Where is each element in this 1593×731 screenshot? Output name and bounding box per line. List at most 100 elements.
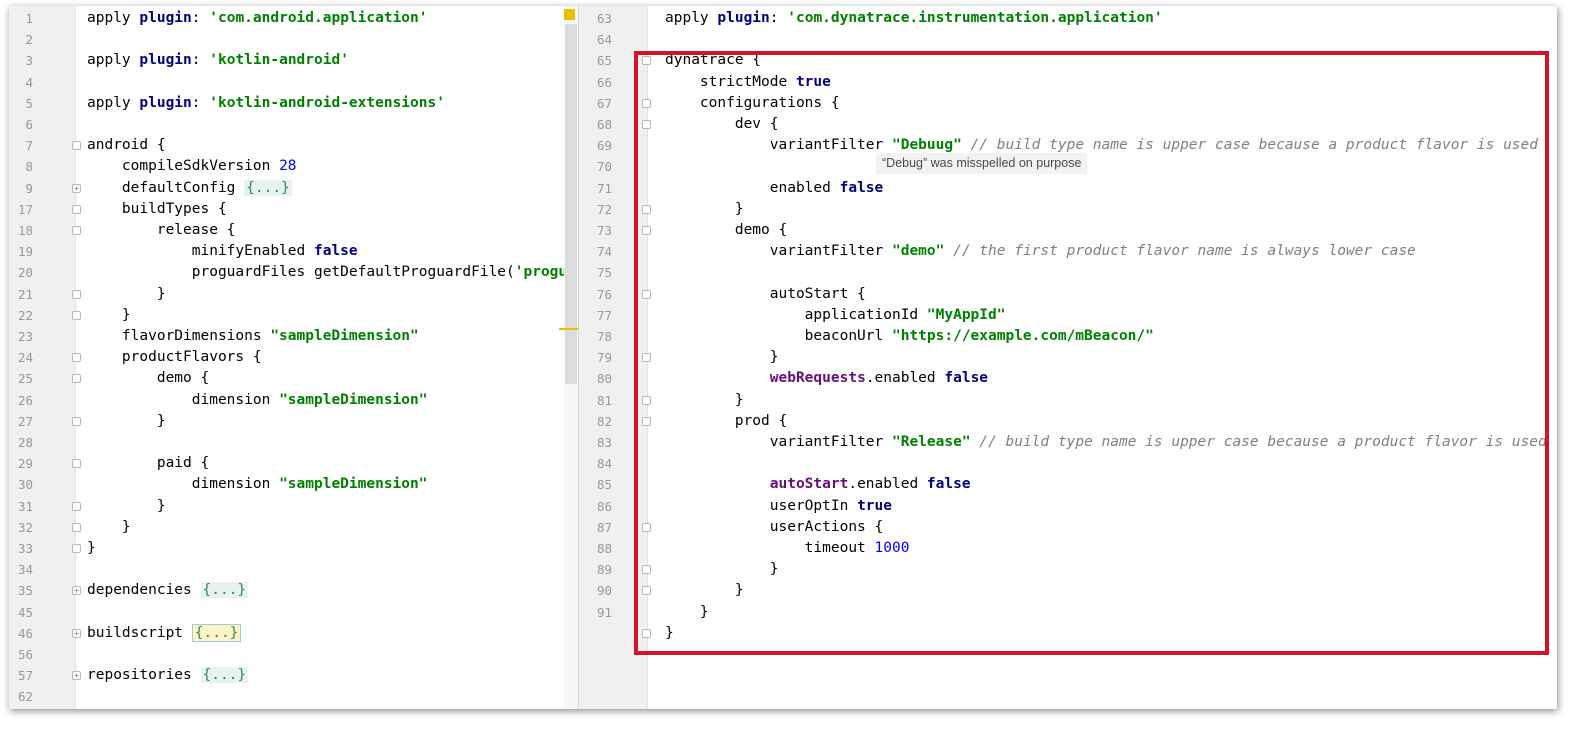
code-line[interactable]: 4 [9,72,578,93]
right-editor-pane[interactable]: 63 apply plugin: 'com.dynatrace.instrumen… [579,6,1557,709]
collapse-fold-icon[interactable] [72,459,81,469]
code-line[interactable]: 27 } [9,411,578,432]
collapse-fold-icon[interactable] [72,522,81,532]
code-line[interactable]: 21 } [9,284,578,305]
code-line[interactable]: 23 flavorDimensions "sampleDimension" [9,326,578,347]
code-line[interactable]: 80 webRequests.enabled false [579,368,1557,389]
expand-fold-icon[interactable]: + [72,183,81,193]
code-line[interactable]: 79 } [579,347,1557,368]
folded-block[interactable]: {...} [244,179,292,196]
code-line[interactable]: 45 [9,602,578,623]
code-line[interactable]: 83 variantFilter "Release" // build type… [579,432,1557,453]
code-line[interactable]: 76 autoStart { [579,284,1557,305]
code-line[interactable]: 7 android { [9,135,578,156]
collapse-fold-icon[interactable] [72,204,81,214]
collapse-fold-icon[interactable] [72,226,81,235]
code-line[interactable]: 77 applicationId "MyAppId" [579,305,1557,326]
collapse-fold-icon[interactable] [642,120,651,129]
collapse-fold-icon[interactable] [72,310,81,320]
collapse-fold-icon[interactable] [72,544,81,553]
code-line[interactable]: 46 + buildscript {...} [9,623,578,644]
code-line[interactable]: 68 dev { [579,114,1557,135]
expand-fold-icon[interactable]: + [72,586,81,596]
code-line[interactable]: 8 compileSdkVersion 28 [9,156,578,177]
code-line[interactable]: 26 dimension "sampleDimension" [9,390,578,411]
left-editor-pane[interactable]: 1 apply plugin: 'com.android.application'… [9,6,578,709]
collapse-fold-icon[interactable] [642,56,651,66]
code-line[interactable]: 62 [9,686,578,707]
code-line[interactable]: 65 dynatrace { [579,50,1557,71]
code-line[interactable]: 35 + dependencies {...} [9,580,578,601]
code-line[interactable]: 28 [9,432,578,453]
left-scrollbar-thumb[interactable] [565,24,577,384]
warning-marker-icon[interactable] [564,9,575,20]
collapse-fold-icon[interactable] [642,416,651,426]
collapse-fold-icon[interactable] [642,628,651,638]
code-line[interactable]: 19 minifyEnabled false [9,241,578,262]
code-line[interactable]: 74 variantFilter "demo" // the first pro… [579,241,1557,262]
folded-block[interactable]: {...} [191,623,242,642]
collapse-fold-icon[interactable] [72,289,81,299]
code-line[interactable]: 63 apply plugin: 'com.dynatrace.instrumen… [579,8,1557,29]
code-line[interactable]: 86 userOptIn true [579,496,1557,517]
code-line[interactable]: 29 paid { [9,453,578,474]
code-line[interactable]: 57 + repositories {...} [9,665,578,686]
code-line[interactable]: 75 [579,262,1557,283]
collapse-fold-icon[interactable] [642,204,651,214]
collapse-fold-icon[interactable] [642,226,651,235]
code-line[interactable]: 81 } [579,390,1557,411]
code-line[interactable]: 17 buildTypes { [9,199,578,220]
code-line[interactable]: 87 userActions { [579,517,1557,538]
collapse-fold-icon[interactable] [642,586,651,596]
code-line[interactable]: 30 dimension "sampleDimension" [9,474,578,495]
code-line[interactable]: 34 [9,559,578,580]
code-line[interactable]: 82 prod { [579,411,1557,432]
code-line[interactable]: 66 strictMode true [579,72,1557,93]
collapse-fold-icon[interactable] [72,141,81,151]
code-line[interactable]: 78 beaconUrl "https://example.com/mBeaco… [579,326,1557,347]
code-line[interactable]: 73 demo { [579,220,1557,241]
collapse-fold-icon[interactable] [72,416,81,426]
code-line[interactable]: 56 [9,644,578,665]
collapse-fold-icon[interactable] [642,289,651,299]
code-line[interactable]: 9 + defaultConfig {...} [9,178,578,199]
code-line[interactable]: 72 } [579,199,1557,220]
folded-block[interactable]: {...} [200,667,249,684]
code-line[interactable]: 18 release { [9,220,578,241]
code-line[interactable]: 64 [579,29,1557,50]
code-line[interactable]: 91 } [579,602,1557,623]
code-line[interactable]: 25 demo { [9,368,578,389]
collapse-fold-icon[interactable] [642,395,651,405]
code-line[interactable]: 31 } [9,496,578,517]
code-line[interactable]: 32 } [9,517,578,538]
code-line[interactable]: 6 [9,114,578,135]
expand-fold-icon[interactable]: + [72,671,81,681]
code-line[interactable]: 88 timeout 1000 [579,538,1557,559]
code-line[interactable]: 1 apply plugin: 'com.android.application' [9,8,578,29]
code-line[interactable]: 20 proguardFiles getDefaultProguardFile(… [9,262,578,283]
collapse-fold-icon[interactable] [642,565,651,575]
expand-fold-icon[interactable]: + [72,628,81,638]
collapse-fold-icon[interactable] [642,353,651,363]
code-line[interactable]: 33} [9,538,578,559]
code-line[interactable]: 67 configurations { [579,93,1557,114]
code-token: } [87,412,166,429]
scroll-marker[interactable] [559,328,578,330]
code-line[interactable]: 24 productFlavors { [9,347,578,368]
code-line[interactable]: } [579,623,1557,644]
collapse-fold-icon[interactable] [72,374,81,384]
code-line[interactable]: 22 } [9,305,578,326]
collapse-fold-icon[interactable] [642,522,651,532]
collapse-fold-icon[interactable] [642,98,651,108]
code-line[interactable]: 84 [579,453,1557,474]
code-line[interactable]: 2 [9,29,578,50]
code-line[interactable]: 3 apply plugin: 'kotlin-android' [9,50,578,71]
code-line[interactable]: 85 autoStart.enabled false [579,474,1557,495]
code-line[interactable]: 89 } [579,559,1557,580]
collapse-fold-icon[interactable] [72,501,81,511]
code-line[interactable]: 5 apply plugin: 'kotlin-android-extension… [9,93,578,114]
code-line[interactable]: 71 enabled false [579,178,1557,199]
folded-block[interactable]: {...} [200,582,249,599]
collapse-fold-icon[interactable] [72,353,81,363]
code-line[interactable]: 90 } [579,580,1557,601]
